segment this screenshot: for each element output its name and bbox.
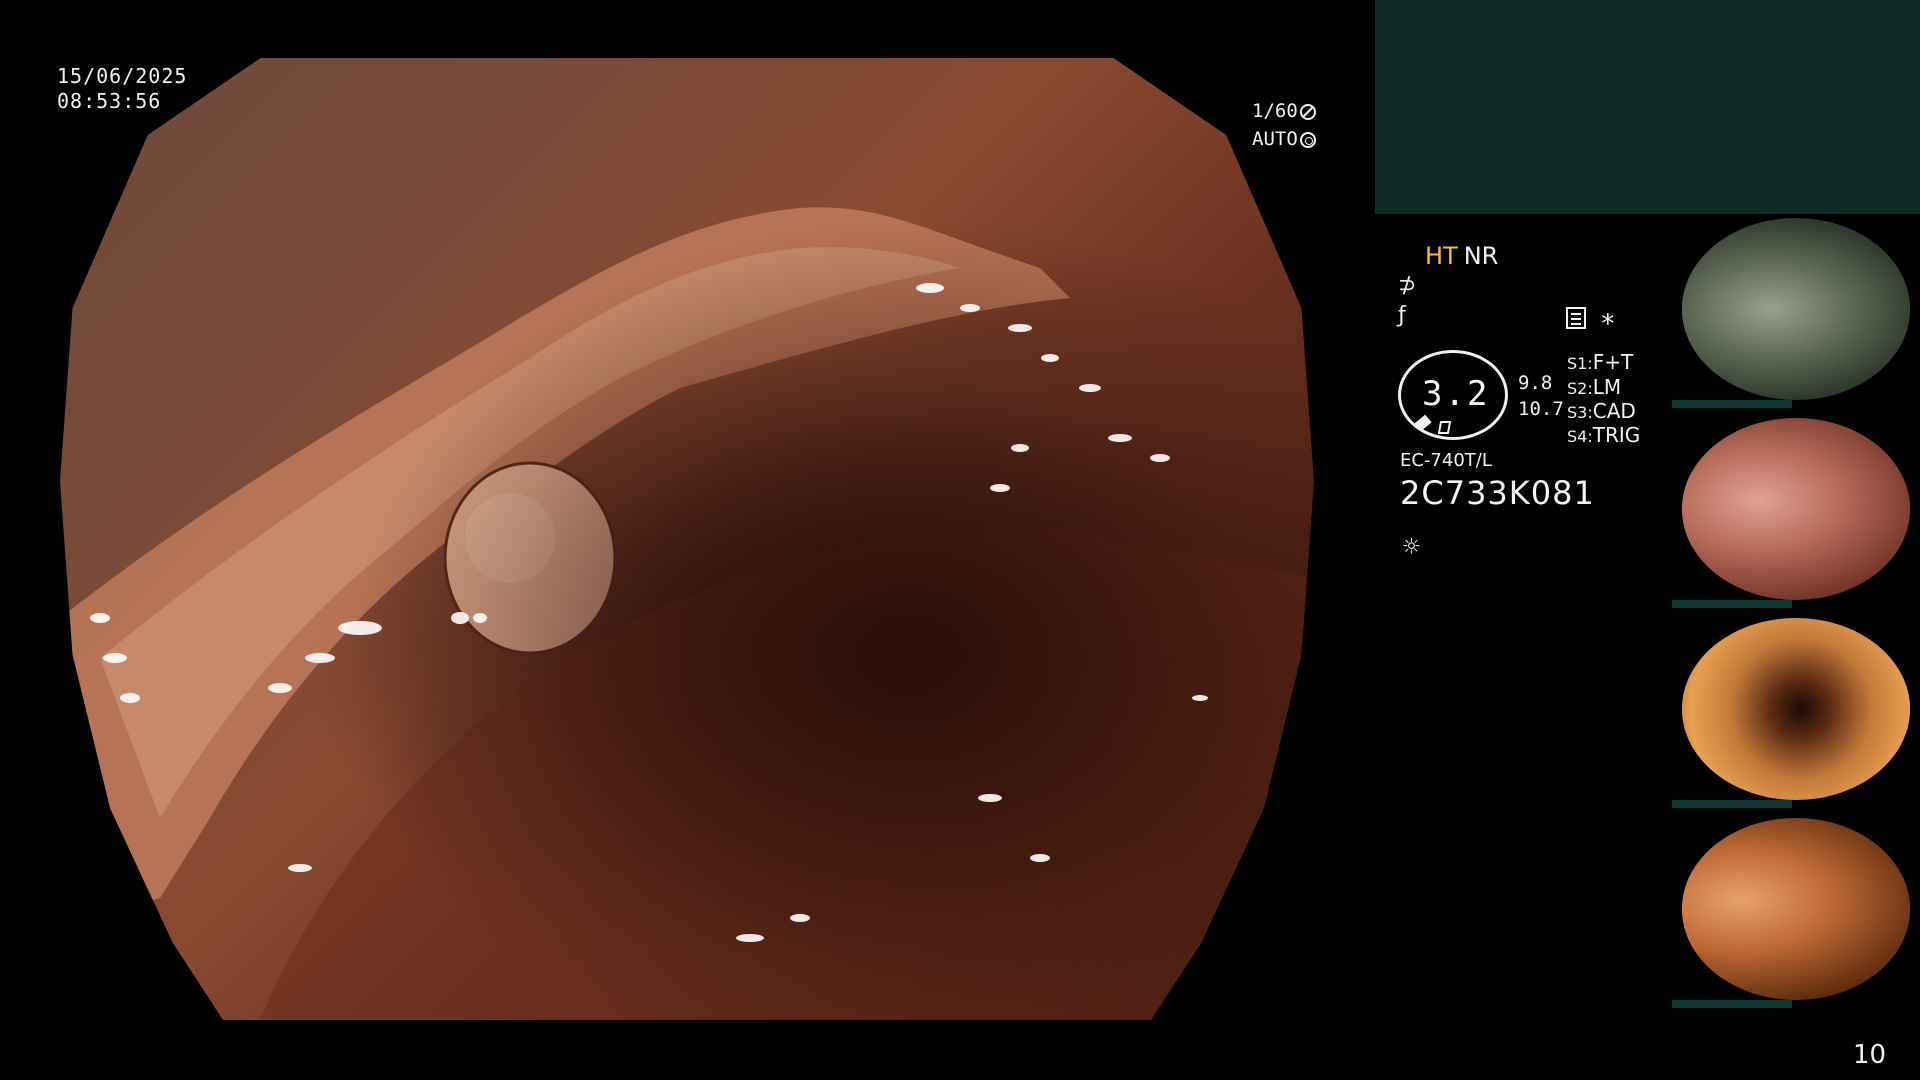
- capture-thumbnail-2[interactable]: [1672, 418, 1920, 608]
- switch-key: S2:: [1567, 379, 1593, 398]
- page-number: 10: [1853, 1040, 1887, 1070]
- capture-thumbnail-3[interactable]: [1672, 618, 1920, 808]
- capture-thumbnail-4[interactable]: [1672, 818, 1920, 1008]
- capture-thumbnail-1[interactable]: [1672, 218, 1920, 408]
- switch-s3: S3:CAD: [1567, 399, 1636, 423]
- switch-label: F+T: [1592, 350, 1634, 374]
- ht-label: HT: [1425, 242, 1458, 270]
- frame-icon: [1437, 421, 1452, 434]
- memory-icon: [1566, 307, 1586, 329]
- structure-enhance-icon: ⊅: [1398, 273, 1417, 298]
- zoom-param-a: 9.8: [1518, 372, 1553, 394]
- shutter-speed: 1/60: [1252, 100, 1320, 122]
- thumbnail-image: [1681, 418, 1911, 600]
- light-icon: ☼: [1403, 530, 1420, 563]
- iris-mode: AUTO: [1252, 128, 1320, 150]
- zoom-param-b: 10.7: [1518, 398, 1564, 420]
- switch-label: CAD: [1592, 399, 1636, 423]
- iris-icon: [1299, 132, 1316, 148]
- thumbnail-image: [1681, 218, 1911, 400]
- exam-time: 08:53:56: [57, 89, 162, 113]
- thumbnail-bar: [1672, 400, 1792, 408]
- switch-s4: S4:TRIG: [1567, 423, 1640, 447]
- thumbnail-bar: [1672, 600, 1792, 608]
- endoscopic-live-view: [60, 58, 1314, 1020]
- switch-s1: S1:F+T: [1567, 350, 1633, 374]
- iris-label: AUTO: [1252, 128, 1298, 150]
- switch-label: LM: [1592, 375, 1622, 399]
- endoscopy-screen: 15/06/2025 08:53:56 1/60 AUTO HT NR ⊅ ƒ ∗…: [0, 0, 1920, 1080]
- thumbnail-image: [1681, 618, 1911, 800]
- thumbnail-bar: [1672, 1000, 1792, 1008]
- shutter-icon: [1299, 104, 1316, 120]
- star-icon: ∗: [1600, 304, 1616, 334]
- switch-key: S3:: [1567, 403, 1593, 422]
- switch-label: TRIG: [1592, 423, 1641, 447]
- mucosa-image: [60, 58, 1314, 1020]
- thumbnail-bar: [1672, 800, 1792, 808]
- exam-date: 15/06/2025: [57, 64, 188, 88]
- switch-key: S4:: [1567, 427, 1593, 446]
- enhancement-mode: HT NR: [1425, 242, 1498, 270]
- patient-info-box: [1375, 0, 1920, 214]
- shutter-label: 1/60: [1252, 100, 1298, 122]
- color-enhance-icon: ƒ: [1398, 303, 1406, 328]
- scope-serial: 2C733K081: [1400, 474, 1595, 512]
- thumbnail-image: [1681, 818, 1911, 1000]
- switch-s2: S2:LM: [1567, 375, 1621, 399]
- switch-key: S1:: [1567, 354, 1593, 373]
- scope-model: EC-740T/L: [1400, 450, 1492, 471]
- zoom-value: 3.2: [1422, 374, 1490, 414]
- nr-label: NR: [1463, 242, 1499, 270]
